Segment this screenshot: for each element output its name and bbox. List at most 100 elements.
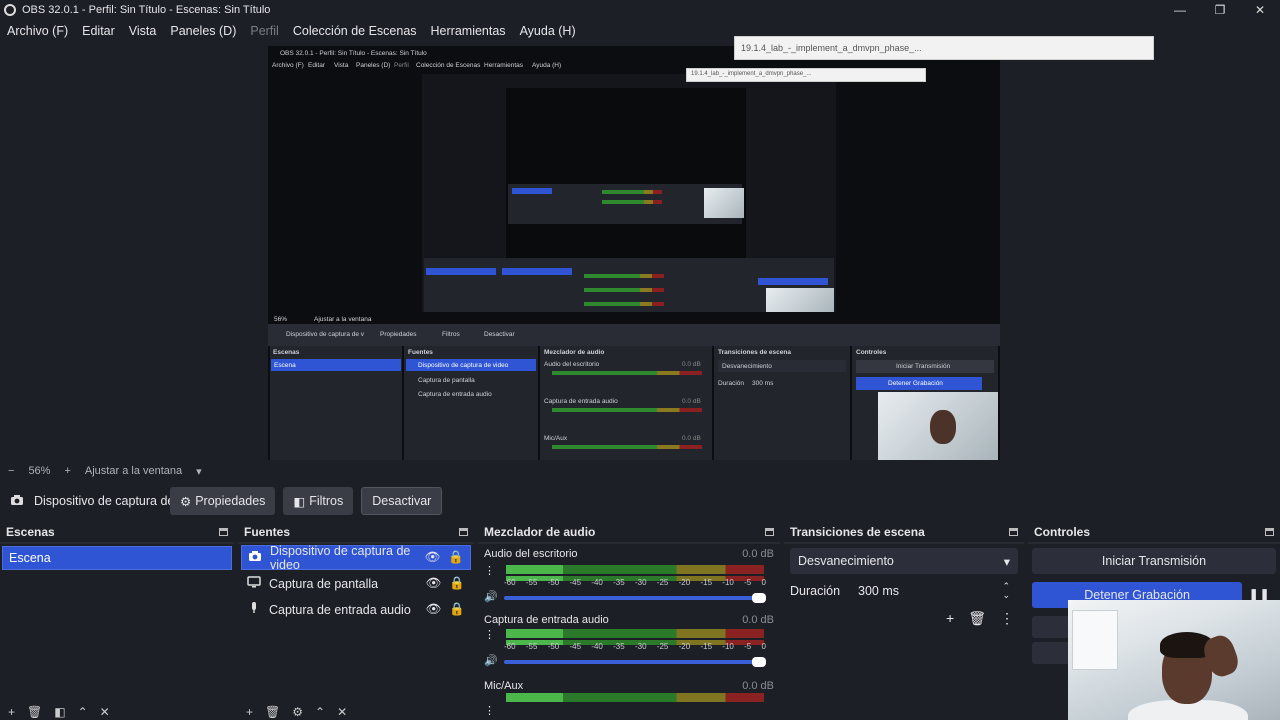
volume-slider[interactable] [504, 593, 766, 603]
transitions-dock: Transiciones de escena Desvanecimiento ▾… [784, 522, 1024, 720]
scene-item[interactable]: Escena [2, 546, 232, 570]
channel-db: 0.0 dB [742, 680, 774, 692]
close-icon[interactable]: ✕ [100, 705, 110, 719]
stepper-arrows-icon[interactable]: ⌃ ⌄ [1002, 582, 1010, 600]
nested-mixer-ch-0: Audio del escritorio [544, 361, 600, 368]
add-icon[interactable]: + [946, 610, 954, 627]
menu-vista[interactable]: Vista [122, 24, 164, 38]
eye-icon[interactable]: 👁 [425, 550, 441, 565]
preview-area[interactable]: OBS 32.0.1 - Perfil: Sin Título - Escena… [0, 36, 1280, 462]
lock-icon[interactable]: 🔒 [449, 576, 465, 591]
monitor-icon [247, 576, 261, 591]
close-icon[interactable]: ✕ [337, 705, 347, 719]
nested-source-2: Captura de entrada audio [418, 391, 492, 398]
close-button[interactable]: ✕ [1240, 0, 1280, 20]
kebab-menu-icon[interactable]: ⋮ [484, 704, 495, 717]
browser-tab-notification[interactable]: 19.1.4_lab_-_implement_a_dmvpn_phase_... [734, 36, 1154, 60]
channel-name: Audio del escritorio [484, 548, 578, 560]
mixer-title: Mezclador de audio [484, 525, 596, 539]
dock-float-icon[interactable] [765, 528, 774, 536]
source-item-audio[interactable]: Captura de entrada audio 👁 🔒 [241, 597, 471, 622]
channel-name: Captura de entrada audio [484, 614, 609, 626]
level-meter [506, 693, 764, 702]
source-toolbar: Dispositivo de captura de v ⚙ Propiedade… [0, 486, 1280, 516]
filter-icon[interactable]: ◧ [54, 705, 65, 719]
nested-scene-item: Escena [274, 362, 296, 369]
menu-archivo[interactable]: Archivo (F) [0, 24, 75, 38]
kebab-menu-icon[interactable]: ⋮ [484, 628, 495, 641]
nested-preview-canvas [422, 74, 836, 312]
nested-stop-record: Detener Grabación [888, 380, 943, 387]
gear-icon[interactable]: ⚙ [292, 705, 303, 719]
transition-value: Desvanecimiento [798, 554, 894, 568]
selected-source: Dispositivo de captura de v [0, 494, 170, 509]
camera-icon [248, 550, 262, 565]
scenes-dock: Escenas Escena + 🗑 ◧ ⌃ ✕ [0, 522, 234, 720]
dock-float-icon[interactable] [459, 528, 468, 536]
trash-icon[interactable]: 🗑 [265, 705, 280, 719]
volume-slider[interactable] [504, 657, 766, 667]
zoom-level: 56% [28, 465, 51, 477]
microphone-icon [247, 602, 261, 617]
lock-icon[interactable]: 🔒 [448, 550, 464, 565]
menu-perfil[interactable]: Perfil [243, 24, 285, 38]
kebab-menu-icon[interactable]: ⋮ [484, 564, 495, 577]
eye-icon[interactable]: 👁 [426, 602, 442, 617]
sources-list: Dispositivo de captura de video 👁 🔒 Captu… [238, 544, 474, 720]
kebab-menu-icon[interactable]: ⋮ [1000, 610, 1014, 627]
add-icon[interactable]: + [246, 705, 253, 719]
scenes-title: Escenas [6, 525, 55, 539]
nested-zoom: 56% [274, 316, 288, 323]
chevron-up-icon[interactable]: ⌃ [315, 705, 325, 719]
meter-ticks: -60 -55 -50 -45 -40 -35 -30 -25 -20 -15 -10 -5 0 [504, 578, 766, 587]
duration-stepper[interactable]: 300 ms ⌃ ⌄ [850, 578, 1018, 604]
start-stream-button[interactable]: Iniciar Transmisión [1032, 548, 1276, 574]
menu-coleccion-escenas[interactable]: Colección de Escenas [286, 24, 424, 38]
speaker-icon[interactable]: 🔊 [484, 654, 498, 667]
trash-icon[interactable]: 🗑 [968, 610, 986, 627]
window-title: OBS 32.0.1 - Perfil: Sin Título - Escena… [22, 4, 271, 16]
nested-duration-label: Duración [718, 380, 745, 387]
scenes-header: Escenas [0, 522, 234, 542]
properties-label: Propiedades [195, 494, 266, 508]
filters-button[interactable]: ◧ Filtros [283, 487, 354, 515]
maximize-button[interactable]: ❐ [1200, 0, 1240, 20]
duration-label: Duración [790, 584, 841, 598]
speaker-icon[interactable]: 🔊 [484, 590, 498, 603]
sources-dock: Fuentes Dispositivo de captura de video … [238, 522, 474, 720]
chevron-up-icon[interactable]: ⌃ [78, 705, 88, 719]
zoom-dropdown-icon[interactable]: ▾ [196, 465, 202, 478]
nested-start-stream: Iniciar Transmisión [896, 363, 951, 370]
minimize-button[interactable]: — [1160, 0, 1200, 20]
trash-icon[interactable]: 🗑 [27, 705, 42, 719]
menu-editar[interactable]: Editar [75, 24, 122, 38]
lock-icon[interactable]: 🔒 [449, 602, 465, 617]
preview-canvas[interactable]: OBS 32.0.1 - Perfil: Sin Título - Escena… [268, 46, 1000, 460]
mixer-channel: Mic/Aux 0.0 dB ⋮ [478, 676, 780, 720]
add-icon[interactable]: + [8, 705, 15, 719]
nested-mixer-ch-2: Mic/Aux [544, 435, 568, 442]
nested-transition: Desvanecimiento [722, 363, 772, 370]
dock-float-icon[interactable] [219, 528, 228, 536]
menu-paneles[interactable]: Paneles (D) [163, 24, 243, 38]
menu-ayuda[interactable]: Ayuda (H) [513, 24, 583, 38]
transition-select[interactable]: Desvanecimiento ▾ [790, 548, 1018, 574]
nested-source-name: Dispositivo de captura de v [286, 331, 365, 338]
volume-knob[interactable] [752, 593, 766, 603]
volume-knob[interactable] [752, 657, 766, 667]
deactivate-button[interactable]: Desactivar [361, 487, 443, 515]
controls-title: Controles [1034, 525, 1091, 539]
source-item-screen[interactable]: Captura de pantalla 👁 🔒 [241, 571, 471, 596]
fit-window-label[interactable]: Ajustar a la ventana [85, 465, 182, 477]
dock-float-icon[interactable] [1009, 528, 1018, 536]
zoom-in-button[interactable]: + [64, 465, 70, 477]
properties-button[interactable]: ⚙ Propiedades [170, 487, 276, 515]
dock-float-icon[interactable] [1265, 528, 1274, 536]
eye-icon[interactable]: 👁 [426, 576, 442, 591]
menu-herramientas[interactable]: Herramientas [424, 24, 513, 38]
nested-mixer-db-2: 0.0 dB [682, 435, 701, 442]
nested-duration: 300 ms [752, 380, 774, 387]
zoom-out-button[interactable]: − [8, 465, 14, 477]
sources-title: Fuentes [244, 525, 291, 539]
source-item-video[interactable]: Dispositivo de captura de video 👁 🔒 [241, 544, 471, 572]
